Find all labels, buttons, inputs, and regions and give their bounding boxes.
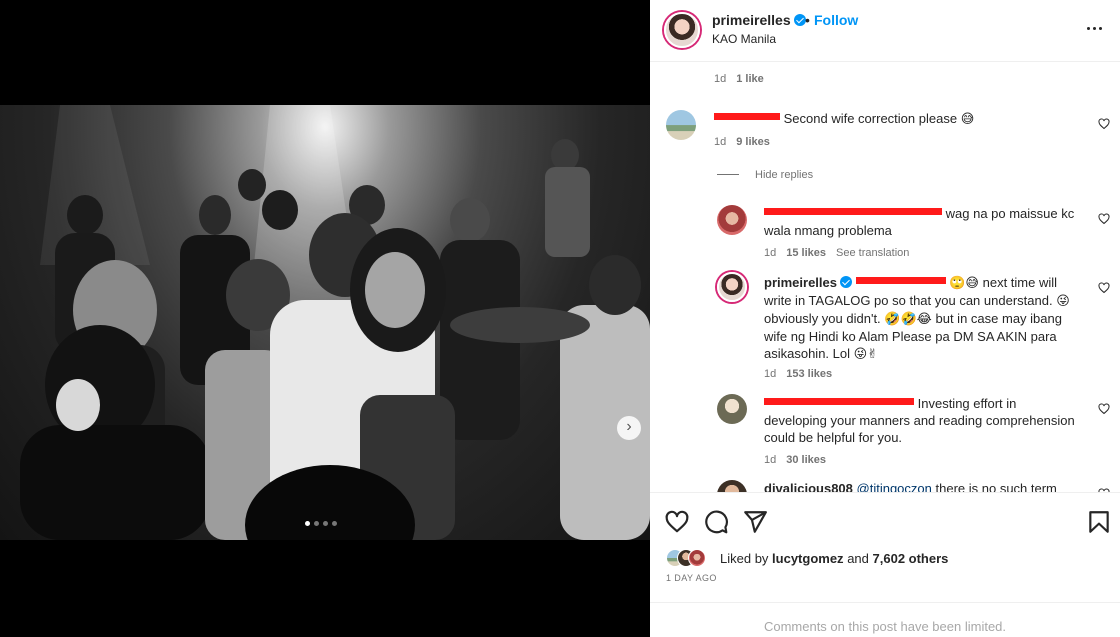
comments-list[interactable]: 1d 1 like Second wife correction please 😅…	[650, 62, 1120, 492]
redacted-username	[764, 208, 942, 215]
comment-likes[interactable]: 1 like	[736, 73, 764, 85]
comment-body: wag na po maissue kc	[945, 206, 1075, 221]
save-bookmark-icon[interactable]	[1086, 509, 1112, 535]
comment-username[interactable]: primeirelles	[764, 275, 837, 290]
verified-badge-icon	[793, 14, 806, 26]
carousel-dot	[305, 521, 310, 526]
post-header: primeirelles • Follow KAO Manila	[650, 0, 1120, 62]
comment-emoji: 🙄😅	[949, 276, 979, 291]
comment-body: obviously you didn't.	[764, 311, 881, 326]
post-timestamp[interactable]: 1 DAY AGO	[666, 573, 717, 583]
comment-emoji: 😅	[960, 112, 975, 127]
liked-by-user[interactable]: lucytgomez	[772, 551, 844, 566]
more-options-icon[interactable]	[1085, 18, 1105, 38]
like-comment-heart-icon[interactable]	[1098, 282, 1110, 294]
commenter-avatar[interactable]	[666, 110, 696, 140]
comment-meta: 1d 153 likes	[764, 368, 832, 380]
hide-replies-button[interactable]: Hide replies	[717, 169, 813, 181]
comment-meta: 1d 9 likes	[714, 136, 770, 148]
comment-body: next time will	[982, 275, 1058, 290]
comment-body: developing your manners and reading comp…	[764, 413, 1075, 428]
comment-body: write in TAGALOG po so that you can unde…	[764, 293, 1053, 308]
verified-badge-icon	[840, 276, 852, 288]
liked-by-text: Liked by lucytgomez and 7,602 others	[720, 551, 948, 566]
liked-by-others[interactable]: 7,602 others	[873, 551, 949, 566]
liked-by-prefix: Liked by	[720, 551, 769, 566]
author-username[interactable]: primeirelles	[712, 12, 806, 28]
comment-likes[interactable]: 153 likes	[786, 368, 832, 380]
comment-time[interactable]: 1d	[714, 73, 726, 85]
comment-body: wife ng Hindi ko Alam Please pa DM SA AK…	[764, 329, 1057, 344]
author-avatar[interactable]	[664, 12, 700, 48]
post-side-panel: primeirelles • Follow KAO Manila 1d 1 lik…	[650, 0, 1120, 637]
post-photo[interactable]: › NP	[0, 105, 650, 540]
comment-username[interactable]: divalicious808	[764, 481, 853, 492]
post-actions: Liked by lucytgomez and 7,602 others 1 D…	[650, 492, 1120, 602]
like-heart-icon[interactable]	[664, 509, 690, 535]
commenter-avatar[interactable]	[717, 480, 747, 492]
header-separator: •	[805, 12, 810, 28]
comment-bubble-icon[interactable]	[703, 509, 729, 535]
comment-likes[interactable]: 15 likes	[786, 247, 826, 259]
liked-by-avatars[interactable]	[666, 549, 716, 569]
comment-body: asikasohin. Lol	[764, 346, 850, 361]
comment-body: Second wife correction please	[783, 111, 958, 126]
comment-meta: 1d 15 likes See translation	[764, 247, 909, 259]
comment-mention[interactable]: @titingoczon	[857, 481, 932, 492]
author-username-text[interactable]: primeirelles	[712, 12, 791, 28]
comment-meta: 1d 1 like	[714, 73, 764, 85]
comment-body: there is no such term	[935, 481, 1057, 492]
media-pane: › NP	[0, 0, 650, 637]
comment-likes[interactable]: 30 likes	[786, 454, 826, 466]
comment-meta: 1d 30 likes	[764, 454, 826, 466]
redacted-username	[764, 398, 914, 405]
commenter-avatar[interactable]	[717, 272, 747, 302]
carousel-dot	[323, 521, 328, 526]
comment-body: wala nmang problema	[764, 223, 892, 238]
comment-emoji: 😜✌	[853, 347, 879, 362]
post-location[interactable]: KAO Manila	[712, 32, 776, 46]
share-send-icon[interactable]	[742, 509, 768, 535]
comment-text: primeirelles 🙄😅 next time will write in …	[764, 274, 1084, 363]
comment-time[interactable]: 1d	[764, 454, 776, 466]
like-comment-heart-icon[interactable]	[1098, 213, 1110, 225]
avatar	[688, 549, 706, 567]
carousel-next-button[interactable]: ›	[617, 416, 641, 440]
comment-time[interactable]: 1d	[764, 247, 776, 259]
carousel-dot	[332, 521, 337, 526]
carousel-dot	[314, 521, 319, 526]
like-comment-heart-icon[interactable]	[1098, 118, 1110, 130]
commenter-avatar[interactable]	[717, 205, 747, 235]
redacted-mention	[855, 277, 946, 284]
comments-limited-notice: Comments on this post have been limited.	[650, 602, 1120, 637]
liked-by-and: and	[847, 551, 869, 566]
like-comment-heart-icon[interactable]	[1098, 403, 1110, 415]
comment-body: Investing effort in	[917, 396, 1017, 411]
comment-text: Second wife correction please 😅	[714, 110, 974, 128]
comment-time[interactable]: 1d	[714, 136, 726, 148]
carousel-indicator	[305, 521, 337, 526]
photo-scene	[20, 105, 650, 540]
commenter-avatar[interactable]	[717, 394, 747, 424]
follow-button[interactable]: Follow	[814, 12, 858, 28]
comment-emoji: 🤣🤣😂	[884, 312, 932, 327]
comment-text: Investing effort in developing your mann…	[764, 395, 1094, 446]
comment-text: wag na po maissue kc wala nmang problema	[764, 205, 1074, 239]
redacted-username	[714, 113, 780, 120]
see-translation-link[interactable]: See translation	[836, 247, 909, 259]
comment-time[interactable]: 1d	[764, 368, 776, 380]
comment-likes[interactable]: 9 likes	[736, 136, 770, 148]
comment-body: could be helpful for you.	[764, 430, 903, 445]
comment-body: but in case may ibang	[935, 311, 1062, 326]
comment-emoji: 😜	[1056, 294, 1070, 309]
comment-text: divalicious808 @titingoczon there is no …	[764, 480, 1057, 492]
